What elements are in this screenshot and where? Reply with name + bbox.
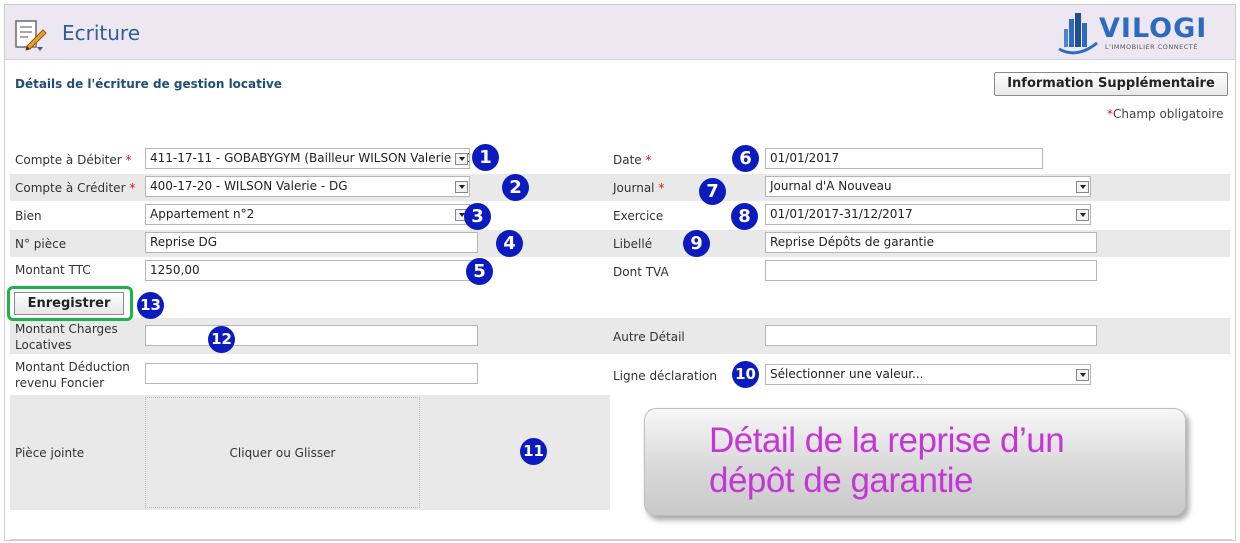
step-badge-9: 9: [683, 230, 710, 257]
chevron-down-icon[interactable]: [1076, 369, 1089, 381]
charges-label-line1: Montant Charges: [15, 322, 118, 336]
info-supplementaire-button[interactable]: Information Supplémentaire: [994, 72, 1228, 96]
required-star: *: [129, 181, 136, 195]
autre-detail-label: Autre Détail: [613, 330, 685, 344]
deduction-label: Montant Déduction revenu Foncier: [15, 359, 130, 391]
step-badge-2: 2: [502, 174, 529, 201]
tva-label: Dont TVA: [613, 265, 669, 279]
callout-text: Détail de la reprise d’un dépôt de garan…: [709, 421, 1169, 501]
dropzone-text: Cliquer ou Glisser: [229, 446, 336, 460]
step-badge-3: 3: [464, 203, 491, 230]
ligne-declaration-select[interactable]: Sélectionner une valeur...: [765, 364, 1091, 385]
journal-label-text: Journal: [613, 181, 655, 195]
header-bar: Ecriture VILOGI L'IMMOBILIER CONNECTÉ: [5, 5, 1235, 60]
journal-select[interactable]: Journal d'A Nouveau: [765, 176, 1091, 197]
step-badge-6: 6: [732, 145, 759, 172]
bien-value: Appartement n°2: [150, 207, 255, 221]
section-subtitle: Détails de l'écriture de gestion locativ…: [15, 77, 282, 91]
charges-input[interactable]: [145, 325, 478, 346]
bottom-divider: [10, 539, 1232, 540]
bien-label: Bien: [15, 209, 42, 223]
piece-label: N° pièce: [15, 237, 67, 251]
ligne-declaration-label: Ligne déclaration: [613, 369, 717, 383]
page-title: Ecriture: [62, 21, 141, 45]
step-badge-1: 1: [472, 144, 499, 171]
save-highlight: Enregistrer: [7, 286, 133, 321]
step-badge-7: 7: [699, 178, 726, 205]
tva-input[interactable]: [765, 260, 1097, 281]
building-logo-icon: [1058, 13, 1098, 55]
compte-debiter-label: Compte à Débiter *: [15, 152, 132, 168]
date-label: Date *: [613, 152, 652, 168]
step-badge-10: 10: [732, 361, 759, 388]
required-star: *: [645, 153, 652, 167]
compte-debiter-label-text: Compte à Débiter: [15, 153, 122, 167]
libelle-input[interactable]: Reprise Dépôts de garantie: [765, 232, 1097, 253]
charges-label-line2: Locatives: [15, 338, 72, 352]
montant-ttc-label: Montant TTC: [15, 263, 91, 277]
deduction-label-line1: Montant Déduction: [15, 360, 130, 374]
callout-line1: Détail de la reprise d’un: [709, 421, 1065, 460]
step-badge-5: 5: [466, 258, 493, 285]
compte-debiter-select[interactable]: 411-17-11 - GOBABYGYM (Bailleur WILSON V…: [145, 148, 470, 169]
compte-crediter-label: Compte à Créditer *: [15, 180, 135, 196]
chevron-down-icon[interactable]: [455, 153, 468, 165]
compte-crediter-value: 400-17-20 - WILSON Valerie - DG: [150, 179, 348, 193]
bien-select[interactable]: Appartement n°2: [145, 204, 470, 225]
date-input[interactable]: 01/01/2017: [765, 148, 1043, 169]
chevron-down-icon[interactable]: [1076, 209, 1089, 221]
callout-line2: dépôt de garantie: [709, 461, 973, 500]
callout-box: Détail de la reprise d’un dépôt de garan…: [644, 408, 1186, 516]
journal-label: Journal *: [613, 180, 664, 196]
date-label-text: Date: [613, 153, 642, 167]
autre-detail-input[interactable]: [765, 325, 1097, 346]
exercice-select[interactable]: 01/01/2017-31/12/2017: [765, 204, 1091, 225]
chevron-down-icon[interactable]: [455, 181, 468, 193]
step-badge-12: 12: [208, 326, 235, 353]
charges-label: Montant Charges Locatives: [15, 321, 118, 353]
piece-jointe-label: Pièce jointe: [15, 446, 85, 460]
deduction-label-line2: revenu Foncier: [15, 376, 105, 390]
required-note-text: Champ obligatoire: [1113, 107, 1224, 121]
compte-crediter-label-text: Compte à Créditer: [15, 181, 126, 195]
exercice-label: Exercice: [613, 209, 664, 223]
exercice-value: 01/01/2017-31/12/2017: [770, 207, 913, 221]
step-badge-8: 8: [731, 203, 758, 230]
journal-value: Journal d'A Nouveau: [770, 179, 892, 193]
vilogi-logo: VILOGI L'IMMOBILIER CONNECTÉ: [1055, 9, 1215, 57]
step-badge-11: 11: [520, 438, 547, 465]
required-note: *Champ obligatoire: [1107, 107, 1224, 121]
step-badge-4: 4: [496, 230, 523, 257]
compte-debiter-value: 411-17-11 - GOBABYGYM (Bailleur WILSON V…: [150, 151, 470, 165]
compte-crediter-select[interactable]: 400-17-20 - WILSON Valerie - DG: [145, 176, 470, 197]
step-badge-13: 13: [137, 292, 164, 319]
deduction-input[interactable]: [145, 363, 478, 384]
edit-document-icon: [15, 20, 47, 51]
save-button[interactable]: Enregistrer: [14, 292, 124, 315]
required-star: *: [125, 153, 132, 167]
libelle-label: Libellé: [613, 237, 653, 251]
piece-input[interactable]: Reprise DG: [145, 232, 478, 253]
required-star: *: [658, 181, 665, 195]
file-dropzone[interactable]: Cliquer ou Glisser: [145, 397, 420, 508]
logo-tagline: L'IMMOBILIER CONNECTÉ: [1105, 43, 1198, 51]
logo-text: VILOGI: [1099, 13, 1208, 44]
montant-ttc-input[interactable]: 1250,00: [145, 260, 478, 281]
chevron-down-icon[interactable]: [1076, 181, 1089, 193]
ligne-declaration-value: Sélectionner une valeur...: [770, 367, 924, 381]
